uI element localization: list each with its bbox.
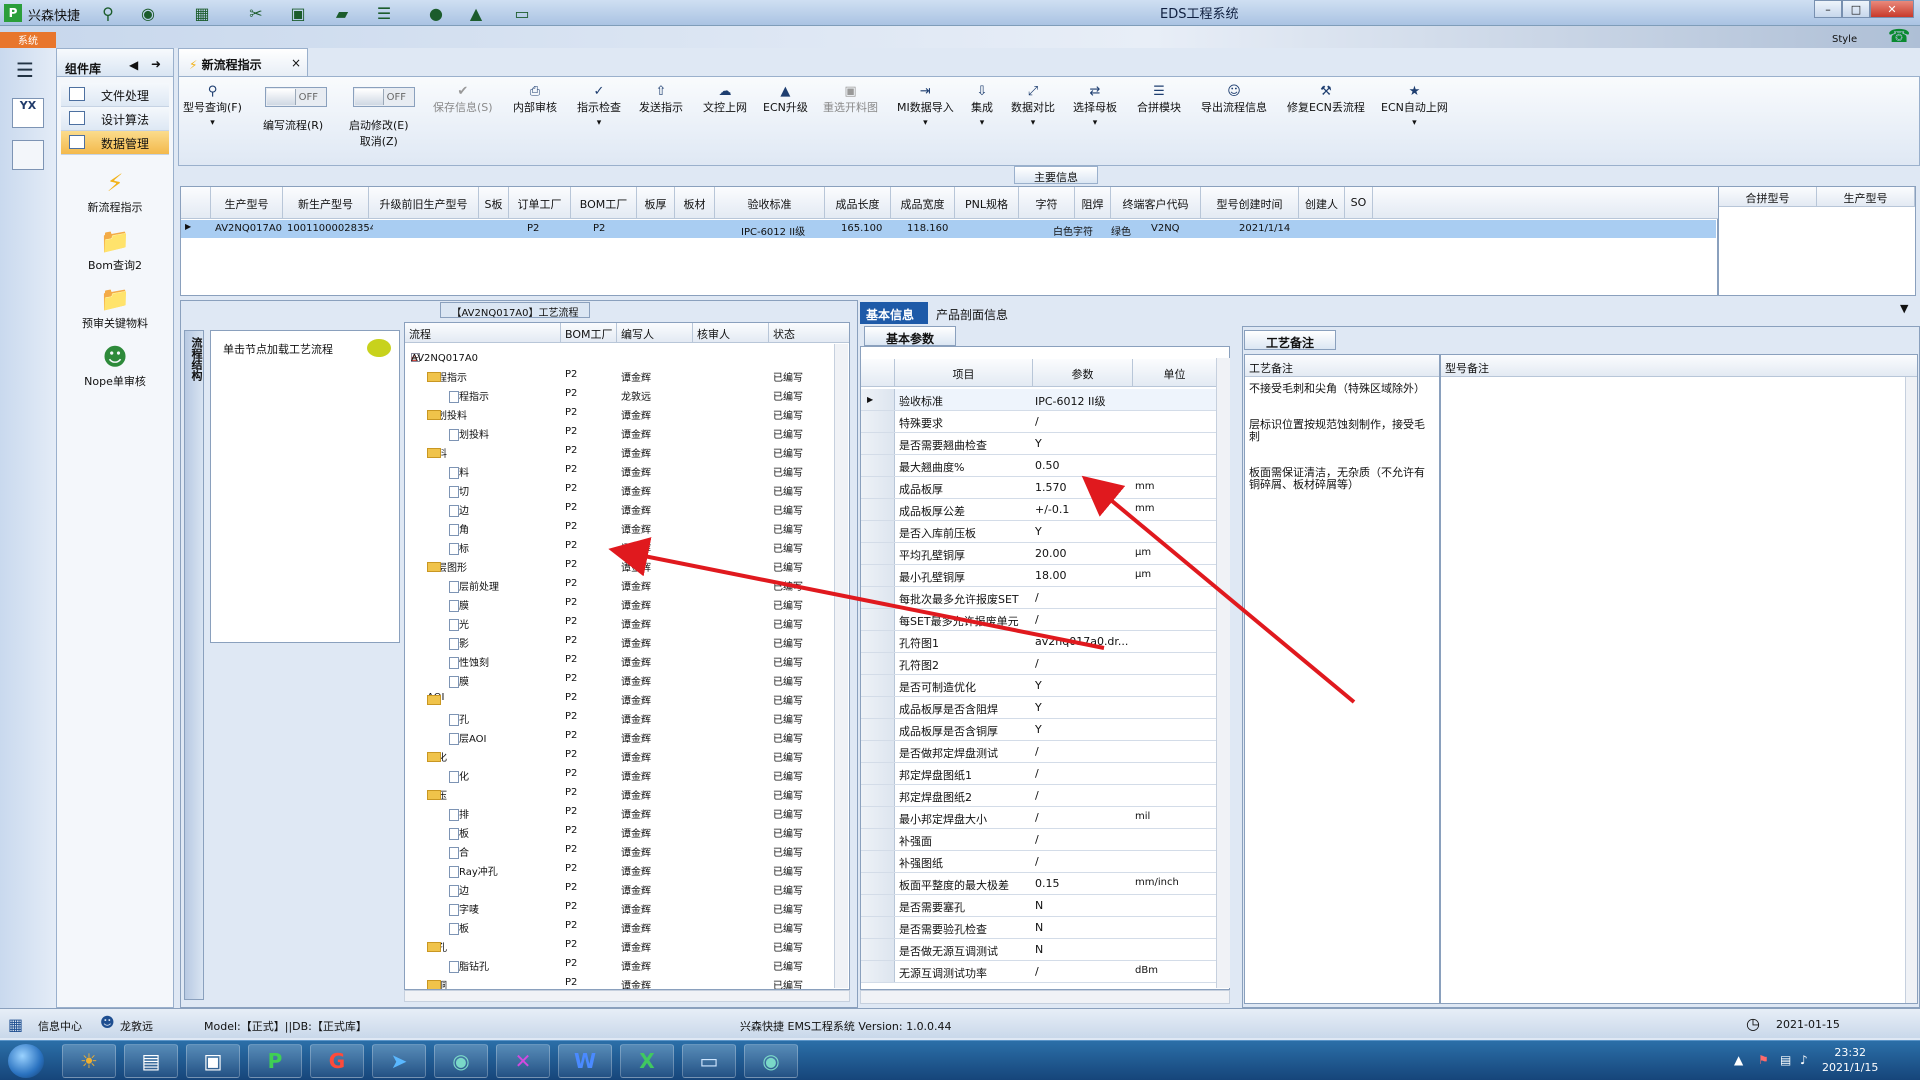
taskbar-app-cam2[interactable]: ◉: [744, 1044, 798, 1078]
start-button[interactable]: [8, 1044, 44, 1078]
version-info: 兴森快捷 EMS工程系统 Version: 1.0.0.44: [740, 1020, 952, 1033]
network-icon[interactable]: ▤: [1780, 1053, 1791, 1067]
taskbar-app-eds[interactable]: P: [248, 1044, 302, 1078]
taskbar-app-x[interactable]: ✕: [496, 1044, 550, 1078]
taskbar-app-bird[interactable]: ➤: [372, 1044, 426, 1078]
status-date: 2021-01-15: [1776, 1018, 1840, 1031]
volume-icon[interactable]: ♪: [1800, 1053, 1808, 1067]
taskbar-app-shell[interactable]: ☀: [62, 1044, 116, 1078]
taskbar: ☀ ▤ ▣ P G ➤ ◉ ✕ W X ▭ ◉ ▲ ⚑ ▤ ♪ 23:32 20…: [0, 1040, 1920, 1080]
annotation-arrows: [608, 475, 1356, 704]
taskbar-app-excel[interactable]: X: [620, 1044, 674, 1078]
model-db: Model:【正式】||DB:【正式库】: [204, 1020, 367, 1033]
taskbar-clock[interactable]: 23:32 2021/1/15: [1822, 1045, 1878, 1075]
taskbar-app-g[interactable]: G: [310, 1044, 364, 1078]
info-center[interactable]: 信息中心: [38, 1018, 82, 1034]
taskbar-app-word[interactable]: W: [558, 1044, 612, 1078]
user-icon: ☻: [100, 1015, 115, 1031]
taskbar-app-doc[interactable]: ▭: [682, 1044, 736, 1078]
status-bar: ▦ 信息中心 ☻ 龙敦远 Model:【正式】||DB:【正式库】 兴森快捷 E…: [0, 1008, 1920, 1038]
current-user: 龙敦远: [120, 1020, 153, 1033]
arrow-to-tree: [608, 537, 1105, 650]
flag-icon[interactable]: ⚑: [1758, 1053, 1769, 1067]
taskbar-app-notepad[interactable]: ▤: [124, 1044, 178, 1078]
taskbar-app-cam[interactable]: ◉: [434, 1044, 488, 1078]
clock-icon: ◷: [1746, 1014, 1760, 1033]
taskbar-app-save[interactable]: ▣: [186, 1044, 240, 1078]
windows-grid-icon: ▦: [8, 1015, 24, 1034]
arrow-to-thickness: [1081, 475, 1356, 704]
tray-arrow-icon[interactable]: ▲: [1734, 1053, 1743, 1067]
